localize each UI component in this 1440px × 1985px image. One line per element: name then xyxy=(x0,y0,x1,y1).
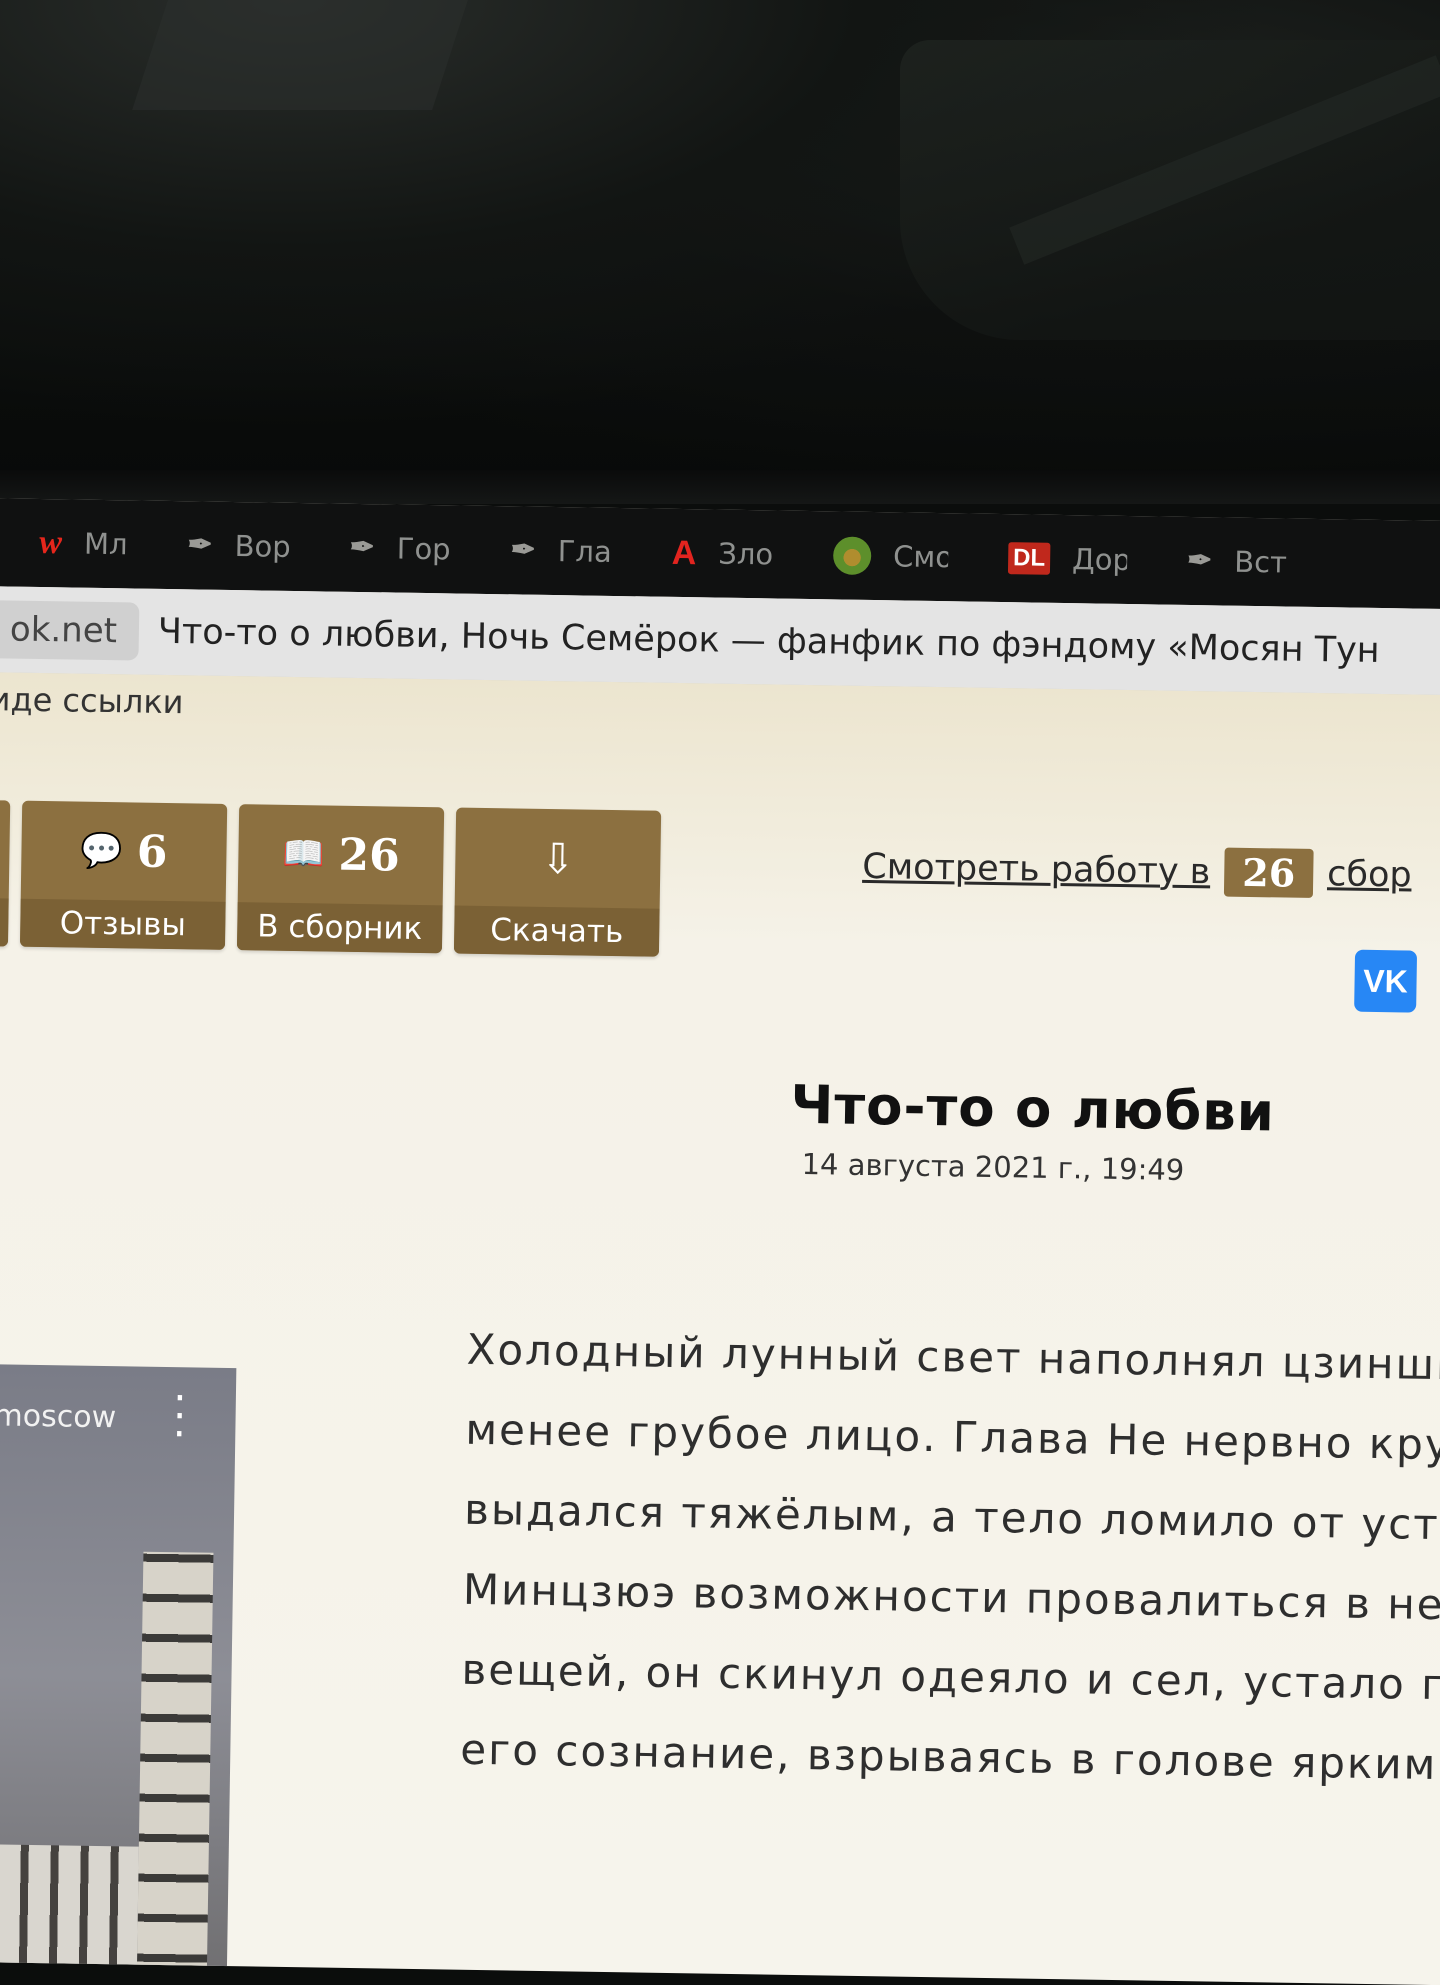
page-content: виде ссылки я 💬 6 Отзывы 📖 26 В сборник xyxy=(0,671,1440,1985)
bookmark-label: Гла xyxy=(557,534,613,569)
action-count xyxy=(0,800,10,899)
advertisement[interactable]: e.moscow · · · xyxy=(0,1363,237,1985)
story-text: Холодный лунный свет наполнял цзинши мен… xyxy=(460,1310,1440,1806)
bookmark-label: Мл xyxy=(83,526,128,562)
bookmark-label: Смо xyxy=(892,539,949,575)
action-button-partial[interactable]: я xyxy=(0,799,11,947)
download-label: Скачать xyxy=(453,905,660,957)
bookmark-label: Зло xyxy=(718,536,774,572)
quill-icon: ✒ xyxy=(1186,543,1213,578)
ad-building-image xyxy=(0,1843,139,1985)
comment-icon: 💬 xyxy=(80,830,124,872)
action-label: я xyxy=(0,897,9,947)
story-line: его сознание, взрываясь в голове ярким xyxy=(460,1724,1438,1790)
page-tab-title[interactable]: Что-то о любви, Ночь Семёрок — фанфик по… xyxy=(157,603,1380,680)
quill-icon: ✒ xyxy=(187,528,213,562)
background-object xyxy=(132,0,468,110)
site-domain[interactable]: ok.net xyxy=(0,600,140,661)
download-button[interactable]: ⇩ Скачать xyxy=(453,807,662,957)
reviews-count: 6 xyxy=(136,826,168,878)
view-collections-link[interactable]: Смотреть работу в xyxy=(862,846,1211,891)
ad-building-image xyxy=(136,1551,214,1985)
collection-count: 26 xyxy=(338,829,401,882)
bookmark-item[interactable]: ✒ Гла xyxy=(510,533,612,569)
download-icon: ⇩ xyxy=(539,833,576,883)
add-to-collection-label: В сборник xyxy=(236,902,443,954)
bookmark-item[interactable]: A Зло xyxy=(671,533,774,573)
monitor-bezel xyxy=(0,470,1440,504)
bookmark-label: Гор xyxy=(396,531,451,567)
part-title: Что-то о любви xyxy=(790,1074,1276,1144)
bookmark-item[interactable]: w Мл xyxy=(39,523,128,562)
reviews-label: Отзывы xyxy=(19,898,226,950)
action-buttons: я 💬 6 Отзывы 📖 26 В сборник ⇩ xyxy=(0,799,673,957)
vk-icon: VK xyxy=(1363,962,1409,999)
ad-menu-icon[interactable]: · · · xyxy=(169,1373,190,1458)
bookmark-item[interactable]: ✒ Вст xyxy=(1187,544,1287,580)
ad-domain: e.moscow xyxy=(0,1397,117,1436)
collections-count-badge[interactable]: 26 xyxy=(1223,847,1314,898)
vk-share-button[interactable]: VK xyxy=(1354,949,1418,1013)
bookmark-label: Дор xyxy=(1071,542,1128,578)
reviews-button[interactable]: 💬 6 Отзывы xyxy=(19,800,228,950)
room-background xyxy=(0,0,1440,500)
w-logo-icon: w xyxy=(39,523,63,562)
quill-icon: ✒ xyxy=(510,533,537,567)
view-collections-link-suffix[interactable]: сбор xyxy=(1327,854,1412,895)
quill-icon: ✒ xyxy=(349,530,376,565)
dl-logo-icon: DL xyxy=(1007,542,1051,575)
bookmark-label: Вор xyxy=(234,529,290,564)
tree-logo-icon xyxy=(832,536,872,576)
a-logo-icon: A xyxy=(671,533,697,573)
bookmark-item[interactable]: DL Дор xyxy=(1007,541,1128,578)
bookmark-label: Вст xyxy=(1233,544,1288,580)
browser-screen: w Мл ✒ Вор ✒ Гор ✒ Гла A Зло Смо DL Дор … xyxy=(0,498,1440,1985)
bookmark-item[interactable]: Смо xyxy=(832,536,949,576)
add-to-collection-button[interactable]: 📖 26 В сборник xyxy=(236,804,445,954)
part-date: 14 августа 2021 г., 19:49 xyxy=(801,1146,1185,1187)
view-in-collections: Смотреть работу в 26 сбор xyxy=(862,842,1412,900)
bookmark-item[interactable]: ✒ Гор xyxy=(349,530,451,567)
bookmark-item[interactable]: ✒ Вор xyxy=(187,528,290,564)
book-icon: 📖 xyxy=(281,833,325,875)
share-note: виде ссылки xyxy=(0,679,184,722)
